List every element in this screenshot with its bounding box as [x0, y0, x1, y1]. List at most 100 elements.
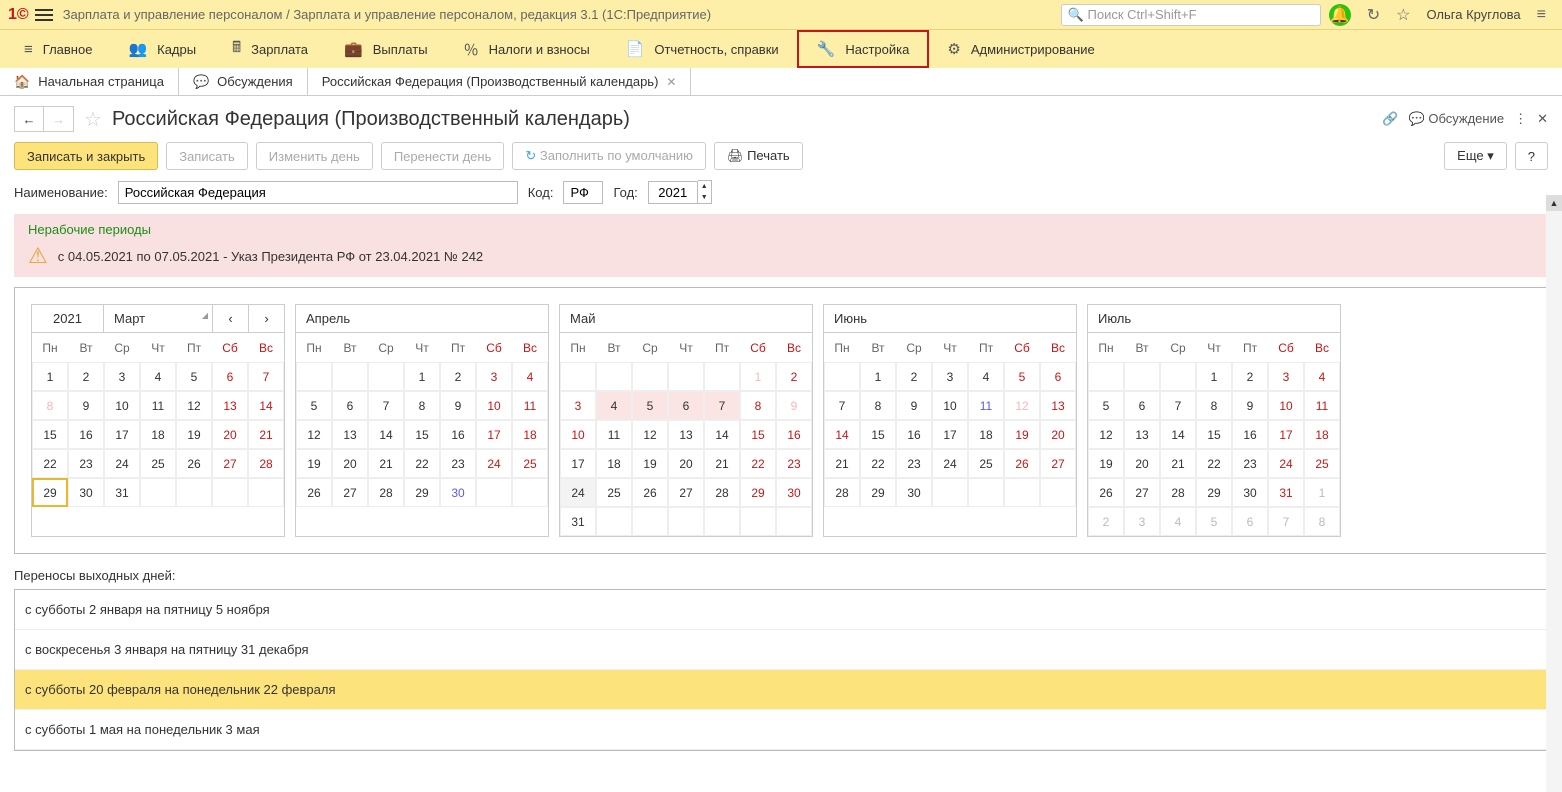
calendar-day[interactable]: 23 [1232, 449, 1268, 478]
history-icon[interactable]: ↻ [1367, 5, 1380, 25]
menu-lines-icon[interactable]: ≡ [1537, 6, 1546, 24]
save-close-button[interactable]: Записать и закрыть [14, 142, 158, 170]
calendar-day[interactable]: 25 [140, 449, 176, 478]
calendar-day[interactable]: 23 [440, 449, 476, 478]
calendar-day[interactable]: 30 [776, 478, 812, 507]
calendar-day[interactable]: 18 [512, 420, 548, 449]
calendar-day[interactable]: 21 [704, 449, 740, 478]
calendar-day[interactable]: 3 [104, 362, 140, 391]
calendar-day[interactable]: 22 [860, 449, 896, 478]
calendar-day[interactable]: 11 [140, 391, 176, 420]
kebab-icon[interactable]: ⋮ [1514, 111, 1527, 127]
menu-vyplaty[interactable]: 💼Выплаты [326, 30, 446, 68]
calendar-day[interactable]: 15 [1196, 420, 1232, 449]
calendar-day[interactable]: 29 [32, 478, 68, 507]
calendar-day[interactable]: 25 [512, 449, 548, 478]
calendar-day[interactable]: 10 [560, 420, 596, 449]
calendar-day[interactable]: 12 [632, 420, 668, 449]
year-spinner[interactable]: ▲▼ [698, 180, 712, 204]
calendar-day[interactable]: 12 [1088, 420, 1124, 449]
calendar-day[interactable]: 5 [1004, 362, 1040, 391]
discussion-link[interactable]: 💬 Обсуждение [1409, 111, 1505, 127]
calendar-day[interactable]: 3 [476, 362, 512, 391]
tab-home[interactable]: 🏠Начальная страница [0, 68, 179, 95]
calendar-day[interactable]: 1 [404, 362, 440, 391]
calendar-day[interactable]: 17 [476, 420, 512, 449]
calendar-day[interactable]: 19 [632, 449, 668, 478]
calendar-day[interactable]: 2 [440, 362, 476, 391]
calendar-day[interactable]: 11 [512, 391, 548, 420]
calendar-day[interactable]: 9 [1232, 391, 1268, 420]
chevron-up-icon[interactable]: ▲ [698, 181, 711, 192]
calendar-day[interactable]: 30 [440, 478, 476, 507]
calendar-day[interactable]: 16 [68, 420, 104, 449]
calendar-day[interactable]: 27 [1124, 478, 1160, 507]
calendar-day[interactable]: 10 [1268, 391, 1304, 420]
calendar-day[interactable]: 20 [332, 449, 368, 478]
menu-nalogi[interactable]: ％Налоги и взносы [446, 30, 608, 68]
next-month-button[interactable]: › [248, 305, 284, 332]
calendar-day[interactable]: 6 [668, 391, 704, 420]
calendar-day[interactable]: 3 [560, 391, 596, 420]
save-button[interactable]: Записать [166, 142, 248, 170]
prev-month-button[interactable]: ‹ [212, 305, 248, 332]
calendar-day[interactable]: 8 [404, 391, 440, 420]
change-day-button[interactable]: Изменить день [256, 142, 373, 170]
calendar-day[interactable]: 27 [1040, 449, 1076, 478]
user-name[interactable]: Ольга Круглова [1426, 7, 1520, 22]
calendar-day[interactable]: 3 [1124, 507, 1160, 536]
calendar-day[interactable]: 9 [776, 391, 812, 420]
forward-button[interactable]: → [44, 106, 74, 132]
calendar-day[interactable]: 24 [104, 449, 140, 478]
search-input[interactable]: 🔍 Поиск Ctrl+Shift+F [1061, 4, 1321, 26]
calendar-day[interactable]: 24 [932, 449, 968, 478]
calendar-day[interactable]: 7 [1160, 391, 1196, 420]
calendar-day[interactable]: 5 [632, 391, 668, 420]
move-day-button[interactable]: Перенести день [381, 142, 505, 170]
cal-month-select[interactable]: Март◢ [104, 305, 212, 332]
calendar-day[interactable]: 17 [560, 449, 596, 478]
more-button[interactable]: Еще ▾ [1444, 142, 1507, 170]
calendar-day[interactable]: 2 [68, 362, 104, 391]
tab-discuss[interactable]: 💬Обсуждения [179, 68, 308, 95]
calendar-day[interactable]: 23 [776, 449, 812, 478]
calendar-day[interactable]: 30 [68, 478, 104, 507]
calendar-day[interactable]: 21 [368, 449, 404, 478]
transfer-item[interactable]: с субботы 2 января на пятницу 5 ноября [15, 590, 1547, 630]
calendar-day[interactable]: 7 [1268, 507, 1304, 536]
calendar-day[interactable]: 26 [296, 478, 332, 507]
calendar-day[interactable]: 23 [896, 449, 932, 478]
calendar-day[interactable]: 8 [1304, 507, 1340, 536]
code-input[interactable] [563, 181, 603, 204]
calendar-day[interactable]: 13 [668, 420, 704, 449]
calendar-day[interactable]: 20 [668, 449, 704, 478]
chevron-down-icon[interactable]: ▼ [698, 192, 711, 203]
calendar-day[interactable]: 15 [860, 420, 896, 449]
calendar-day[interactable]: 10 [932, 391, 968, 420]
menu-main[interactable]: ≡Главное [6, 30, 110, 68]
calendar-day[interactable]: 13 [1040, 391, 1076, 420]
calendar-day[interactable]: 26 [176, 449, 212, 478]
tab-calendar[interactable]: Российская Федерация (Производственный к… [308, 68, 692, 95]
calendar-day[interactable]: 4 [1160, 507, 1196, 536]
calendar-day[interactable]: 6 [1040, 362, 1076, 391]
calendar-day[interactable]: 21 [1160, 449, 1196, 478]
help-button[interactable]: ? [1515, 142, 1548, 170]
menu-zarplata[interactable]: 🖩Зарплата [214, 30, 326, 68]
calendar-day[interactable]: 12 [176, 391, 212, 420]
calendar-day[interactable]: 7 [368, 391, 404, 420]
calendar-day[interactable]: 30 [1232, 478, 1268, 507]
calendar-day[interactable]: 25 [596, 478, 632, 507]
calendar-day[interactable]: 9 [68, 391, 104, 420]
calendar-day[interactable]: 19 [1004, 420, 1040, 449]
bell-icon[interactable]: 🔔 [1329, 4, 1351, 26]
calendar-day[interactable]: 26 [632, 478, 668, 507]
calendar-day[interactable]: 14 [824, 420, 860, 449]
print-button[interactable]: 🖨 Печать [714, 142, 803, 170]
calendar-day[interactable]: 29 [1196, 478, 1232, 507]
calendar-day[interactable]: 27 [668, 478, 704, 507]
calendar-day[interactable]: 18 [596, 449, 632, 478]
calendar-day[interactable]: 6 [332, 391, 368, 420]
calendar-day[interactable]: 17 [1268, 420, 1304, 449]
calendar-day[interactable]: 8 [740, 391, 776, 420]
